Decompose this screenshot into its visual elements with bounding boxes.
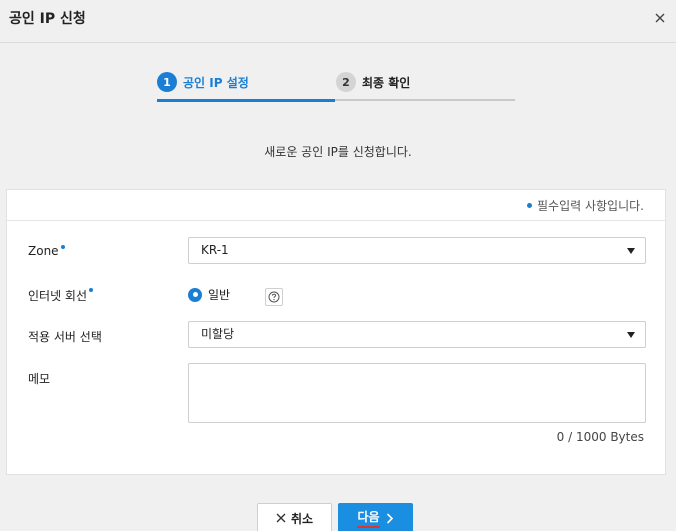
next-button[interactable]: 다음 xyxy=(338,503,413,531)
caret-down-icon xyxy=(627,332,635,338)
x-icon xyxy=(276,513,286,523)
server-label: 적용 서버 선택 xyxy=(28,328,102,345)
zone-label: Zone xyxy=(28,244,65,258)
required-dot-icon xyxy=(527,203,532,208)
next-label: 다음 xyxy=(357,508,380,528)
required-note: 필수입력 사항입니다. xyxy=(527,197,644,214)
server-label-text: 적용 서버 선택 xyxy=(28,330,102,344)
step-1-number: 1 xyxy=(157,72,177,92)
chevron-right-icon xyxy=(386,512,393,524)
internet-line-radio-general[interactable]: 일반 xyxy=(188,286,230,303)
cancel-button[interactable]: 취소 xyxy=(257,503,332,531)
radio-label: 일반 xyxy=(208,288,231,302)
zone-value: KR-1 xyxy=(201,243,229,257)
memo-label: 메모 xyxy=(28,370,50,387)
required-note-text: 필수입력 사항입니다. xyxy=(537,199,644,213)
help-icon[interactable] xyxy=(265,288,283,306)
step-indicator: 1 공인 IP 설정 2 최종 확인 xyxy=(157,70,515,102)
step-1-label: 공인 IP 설정 xyxy=(183,75,249,90)
byte-counter: 0 / 1000 Bytes xyxy=(556,430,644,444)
radio-checked-icon xyxy=(188,287,202,302)
step-progress xyxy=(157,99,335,102)
server-select[interactable]: 미할당 xyxy=(188,321,646,348)
step-2-number: 2 xyxy=(336,72,356,92)
memo-textarea[interactable] xyxy=(188,363,646,423)
memo-label-text: 메모 xyxy=(28,372,51,386)
caret-down-icon xyxy=(627,248,635,254)
step-1[interactable]: 1 공인 IP 설정 xyxy=(157,72,249,92)
required-dot-icon xyxy=(89,288,94,292)
close-icon[interactable] xyxy=(651,9,669,27)
zone-label-text: Zone xyxy=(28,244,59,258)
step-2-label: 최종 확인 xyxy=(362,75,411,90)
page-description: 새로운 공인 IP를 신청합니다. xyxy=(264,145,412,159)
step-2[interactable]: 2 최종 확인 xyxy=(336,72,410,92)
server-value: 미할당 xyxy=(201,327,235,341)
internet-line-label-text: 인터넷 회선 xyxy=(28,289,88,303)
divider xyxy=(7,220,665,221)
dialog-header: 공인 IP 신청 xyxy=(0,0,676,43)
dialog-title: 공인 IP 신청 xyxy=(9,11,86,27)
cancel-label: 취소 xyxy=(290,511,314,526)
internet-line-label: 인터넷 회선 xyxy=(28,287,94,304)
form-card: 필수입력 사항입니다. Zone KR-1 인터넷 회선 일반 적용 서버 선택… xyxy=(6,189,666,475)
zone-select[interactable]: KR-1 xyxy=(188,237,646,264)
required-dot-icon xyxy=(60,245,65,249)
